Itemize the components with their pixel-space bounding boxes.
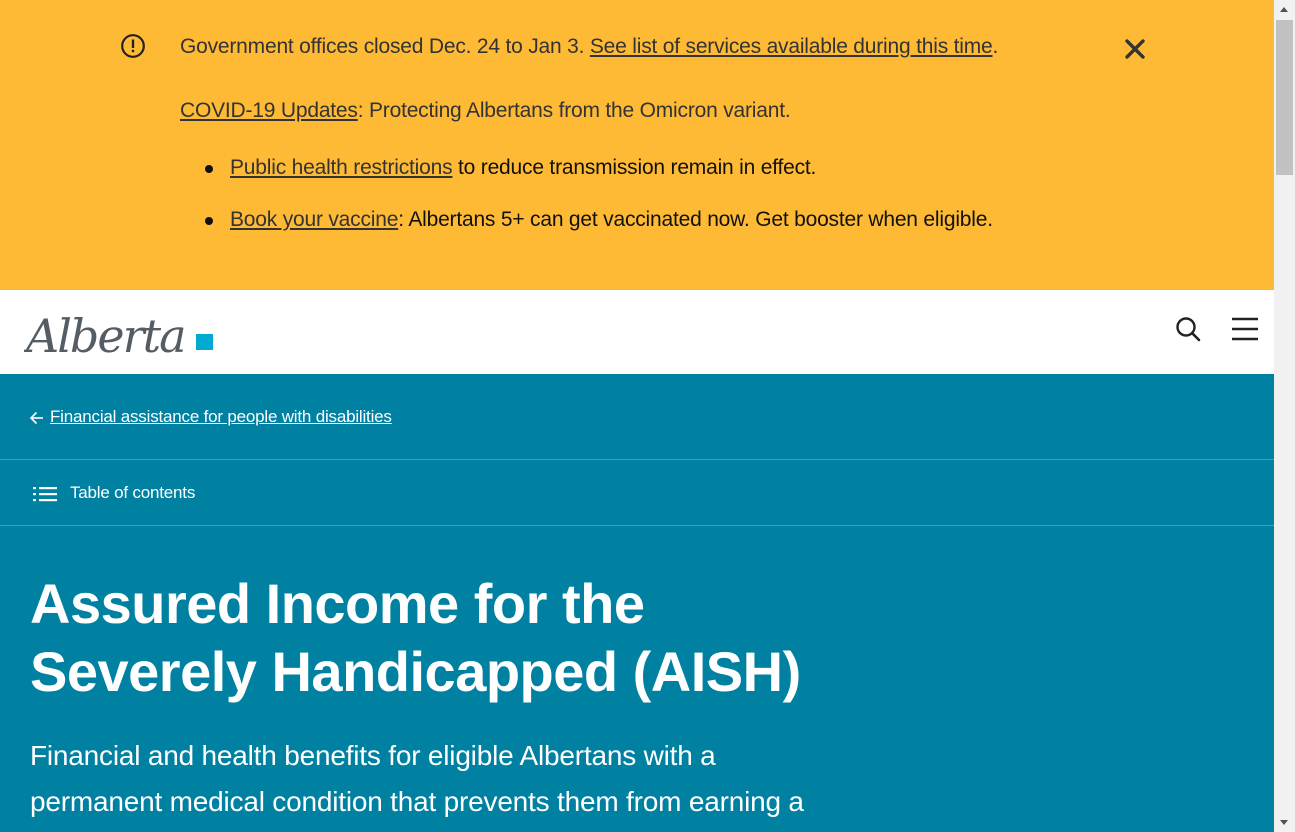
office-closure-notice: Government offices closed Dec. 24 to Jan… xyxy=(180,35,998,59)
page-title-line-2: Severely Handicapped (AISH) xyxy=(30,640,801,703)
search-icon[interactable] xyxy=(1174,315,1202,343)
notification-banner: Government offices closed Dec. 24 to Jan… xyxy=(0,0,1274,290)
exclamation-circle-icon xyxy=(121,34,145,58)
site-header: Alberta xyxy=(0,290,1274,374)
page-title-line-1: Assured Income for the xyxy=(30,572,645,635)
caret-down-icon xyxy=(1280,820,1288,825)
breadcrumb: Financial assistance for people with dis… xyxy=(0,374,1274,460)
scroll-down-button[interactable] xyxy=(1274,812,1295,832)
bullet-dot xyxy=(205,217,213,225)
page-lede: Financial and health benefits for eligib… xyxy=(30,733,890,825)
alberta-logo[interactable]: Alberta xyxy=(24,302,216,360)
covid-update-notice: COVID-19 Updates: Protecting Albertans f… xyxy=(180,99,791,123)
book-vaccine-link[interactable]: Book your vaccine xyxy=(230,208,398,231)
toc-label: Table of contents xyxy=(70,483,196,502)
bullet-dot xyxy=(205,165,213,173)
covid-update-text: : Protecting Albertans from the Omicron … xyxy=(357,99,791,122)
public-health-restrictions-link[interactable]: Public health restrictions xyxy=(230,156,453,179)
hamburger-menu-icon[interactable] xyxy=(1230,315,1260,343)
list-item-text: : Albertans 5+ can get vaccinated now. G… xyxy=(398,208,993,231)
list-item: Public health restrictions to reduce tra… xyxy=(230,156,816,180)
arrow-left-icon xyxy=(29,411,43,425)
page: Government offices closed Dec. 24 to Jan… xyxy=(0,0,1274,832)
hero-section: Financial assistance for people with dis… xyxy=(0,374,1274,832)
page-lede-line-2: permanent medical condition that prevent… xyxy=(30,786,804,817)
office-closure-end: . xyxy=(992,35,999,58)
close-icon[interactable] xyxy=(1122,36,1148,62)
page-title: Assured Income for the Severely Handicapp… xyxy=(30,570,930,706)
services-list-link[interactable]: See list of services available during th… xyxy=(590,35,993,58)
page-lede-line-1: Financial and health benefits for eligib… xyxy=(30,740,716,771)
breadcrumb-link[interactable]: Financial assistance for people with dis… xyxy=(50,407,392,427)
list-item: Book your vaccine: Albertans 5+ can get … xyxy=(230,208,993,232)
office-closure-text: Government offices closed Dec. 24 to Jan… xyxy=(180,35,585,58)
vertical-scrollbar[interactable] xyxy=(1274,0,1295,832)
scrollbar-thumb[interactable] xyxy=(1276,20,1293,175)
logo-text: Alberta xyxy=(24,309,185,360)
list-item-text: to reduce transmission remain in effect. xyxy=(452,156,817,179)
list-icon xyxy=(33,487,57,502)
scroll-up-button[interactable] xyxy=(1274,0,1295,20)
covid-updates-link[interactable]: COVID-19 Updates xyxy=(180,99,358,122)
table-of-contents-toggle[interactable]: Table of contents xyxy=(0,460,1274,526)
caret-up-icon xyxy=(1280,7,1288,12)
logo-accent xyxy=(196,334,213,350)
